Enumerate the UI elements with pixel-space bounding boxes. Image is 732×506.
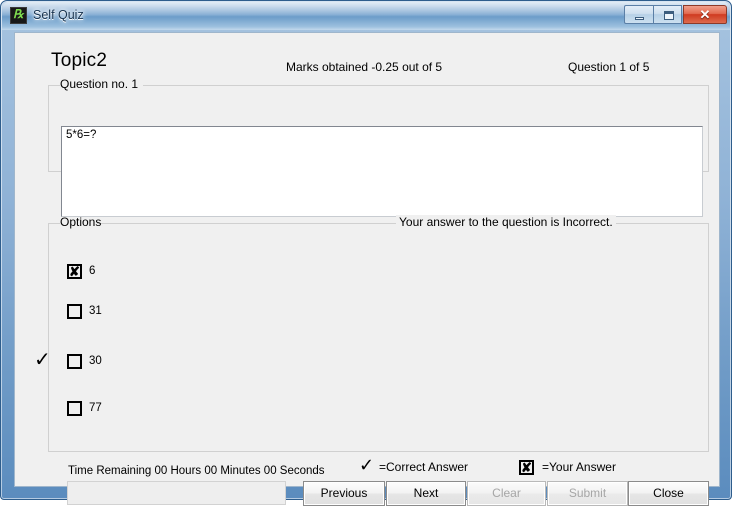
close-window-button[interactable]: ✕ — [683, 5, 727, 24]
legend-your-answer-label: =Your Answer — [542, 460, 616, 474]
time-remaining-progressbar — [67, 481, 286, 505]
page-title: Topic2 — [51, 50, 108, 71]
app-icon[interactable]: ℞ — [10, 7, 27, 24]
submit-button: Submit — [547, 481, 628, 506]
question-counter-label: Question 1 of 5 — [568, 60, 650, 74]
application-window: ℞ Self Quiz ✕ Topic2 Marks obtained -0.2… — [0, 0, 732, 506]
question-text-field[interactable]: 5*6=? — [61, 126, 703, 217]
client-area: Topic2 Marks obtained -0.25 out of 5 Que… — [14, 32, 720, 506]
maximize-button[interactable] — [653, 5, 682, 24]
option-label-4: 77 — [89, 402, 102, 414]
time-remaining-label: Time Remaining 00 Hours 00 Minutes 00 Se… — [68, 465, 325, 477]
answer-feedback-text: Your answer to the question is Incorrect… — [396, 215, 616, 229]
x-box-icon: ✘ — [519, 460, 534, 475]
question-text: 5*6=? — [66, 129, 97, 141]
clear-button: Clear — [467, 481, 546, 506]
option-label-2: 31 — [89, 305, 102, 317]
check-icon: ✓ — [359, 455, 375, 476]
options-groupbox: Options — [48, 215, 709, 452]
window-title: Self Quiz — [33, 8, 84, 22]
next-button[interactable]: Next — [386, 481, 466, 506]
legend-correct-answer-label: =Correct Answer — [379, 460, 469, 474]
option-checkbox-2[interactable] — [67, 304, 82, 319]
option-label-3: 30 — [89, 355, 102, 367]
correct-answer-check-icon: ✓ — [34, 347, 51, 371]
minimize-icon — [625, 6, 653, 23]
x-icon: ✘ — [521, 460, 532, 475]
maximize-icon — [654, 6, 681, 23]
app-icon-glyph: ℞ — [13, 7, 24, 21]
option-checkbox-4[interactable] — [67, 401, 82, 416]
marks-obtained-label: Marks obtained -0.25 out of 5 — [286, 60, 443, 74]
close-button[interactable]: Close — [628, 481, 709, 506]
title-bar[interactable]: ℞ Self Quiz ✕ — [2, 2, 730, 30]
option-checkbox-1[interactable]: ✘ — [67, 264, 82, 279]
your-answer-x-icon: ✘ — [69, 264, 80, 279]
groupbox-border-left — [48, 85, 60, 86]
previous-button[interactable]: Previous — [303, 481, 385, 506]
options-groupbox-legend: Options — [60, 215, 102, 229]
option-label-1: 6 — [89, 265, 96, 277]
close-icon: ✕ — [699, 7, 711, 22]
option-checkbox-3[interactable] — [67, 354, 82, 369]
question-groupbox-legend: Question no. 1 — [60, 77, 139, 91]
groupbox-border-right — [143, 85, 709, 86]
groupbox-border-left — [48, 223, 60, 224]
minimize-button[interactable] — [624, 5, 653, 24]
